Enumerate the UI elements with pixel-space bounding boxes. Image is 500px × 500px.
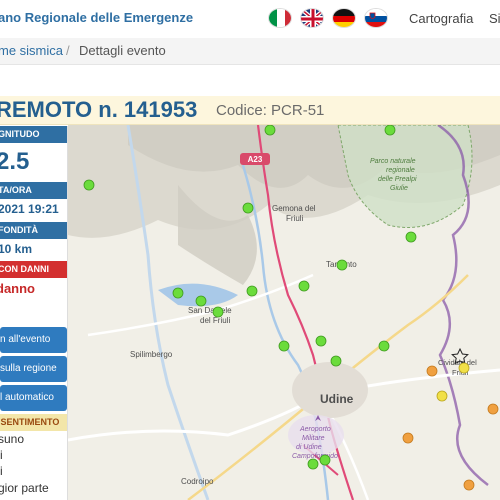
felt-marker[interactable] [242,202,254,214]
breadcrumb-current: Dettagli evento [79,43,166,58]
felt-marker[interactable] [384,125,396,136]
felt-marker[interactable] [83,179,95,191]
site-title[interactable]: ano Regionale delle Emergenze [0,10,193,25]
felt-marker[interactable] [405,231,417,243]
felt-marker[interactable] [246,285,258,297]
felt-marker[interactable] [315,335,327,347]
damage-label: CON DANNI [0,261,67,278]
felt-marker[interactable] [463,479,475,491]
felt-marker[interactable] [487,403,499,415]
event-code: Codice: PCR-51 [216,102,325,119]
event-map[interactable]: A23 Gemona del Friuli San Daniele del Friu… [68,125,500,500]
event-zoom-button[interactable]: n all'evento [0,327,67,353]
felt-legend-label: ISENTIMENTO [0,414,67,431]
felt-item-few: i [0,448,3,462]
event-title-bar: REMOTO n. 141953 Codice: PCR-51 [0,96,500,125]
felt-item-none: suno [0,432,25,446]
felt-item-many: i [0,464,3,478]
felt-marker[interactable] [278,340,290,352]
felt-marker[interactable] [172,287,184,299]
event-title: REMOTO n. 141953 [0,97,198,122]
map-label-udine: Udine [320,392,354,406]
map-label-spilimbergo: Spilimbergo [130,350,173,359]
magnitude-label: GNITUDO [0,126,67,143]
felt-marker[interactable] [436,390,448,402]
breadcrumb-separator: / [66,43,70,58]
slovenian-flag-icon[interactable] [364,8,388,28]
magnitude-value: 2.5 [0,148,30,175]
felt-marker[interactable] [426,365,438,377]
map-label-codroipo: Codroipo [181,477,214,486]
felt-marker[interactable] [298,280,310,292]
nav-next-item[interactable]: Si [489,11,500,26]
felt-item-most: gior parte [0,481,49,495]
motorway-shield-a23: A23 [248,155,263,164]
felt-marker[interactable] [319,454,331,466]
damage-value: danno [0,281,35,296]
felt-marker[interactable] [307,458,319,470]
datetime-value: 2021 19:21 [0,202,59,216]
breadcrumb: me sismica / Dettagli evento [0,38,500,65]
datetime-label: TA/ORA [0,182,67,199]
felt-marker[interactable] [330,355,342,367]
felt-marker[interactable] [458,362,470,374]
felt-marker[interactable] [336,259,348,271]
depth-label: FONDITÀ [0,222,67,239]
region-zoom-button[interactable]: sulla regione [0,356,67,382]
italian-flag-icon[interactable] [268,8,292,28]
felt-marker[interactable] [212,306,224,318]
german-flag-icon[interactable] [332,8,356,28]
felt-marker[interactable] [378,340,390,352]
felt-marker[interactable] [264,125,276,136]
depth-value: 10 km [0,242,33,256]
top-header: ano Regionale delle Emergenze Cartografi… [0,0,500,39]
event-info-panel: GNITUDO 2.5 TA/ORA 2021 19:21 FONDITÀ 10… [0,126,68,500]
uk-flag-icon[interactable] [300,8,324,28]
breadcrumb-link-seismic[interactable]: me sismica [0,43,63,58]
auto-zoom-button[interactable]: l automatico [0,385,67,411]
felt-marker[interactable] [402,432,414,444]
felt-marker[interactable] [195,295,207,307]
language-switcher [268,8,388,28]
nav-cartografia[interactable]: Cartografia [409,11,473,26]
